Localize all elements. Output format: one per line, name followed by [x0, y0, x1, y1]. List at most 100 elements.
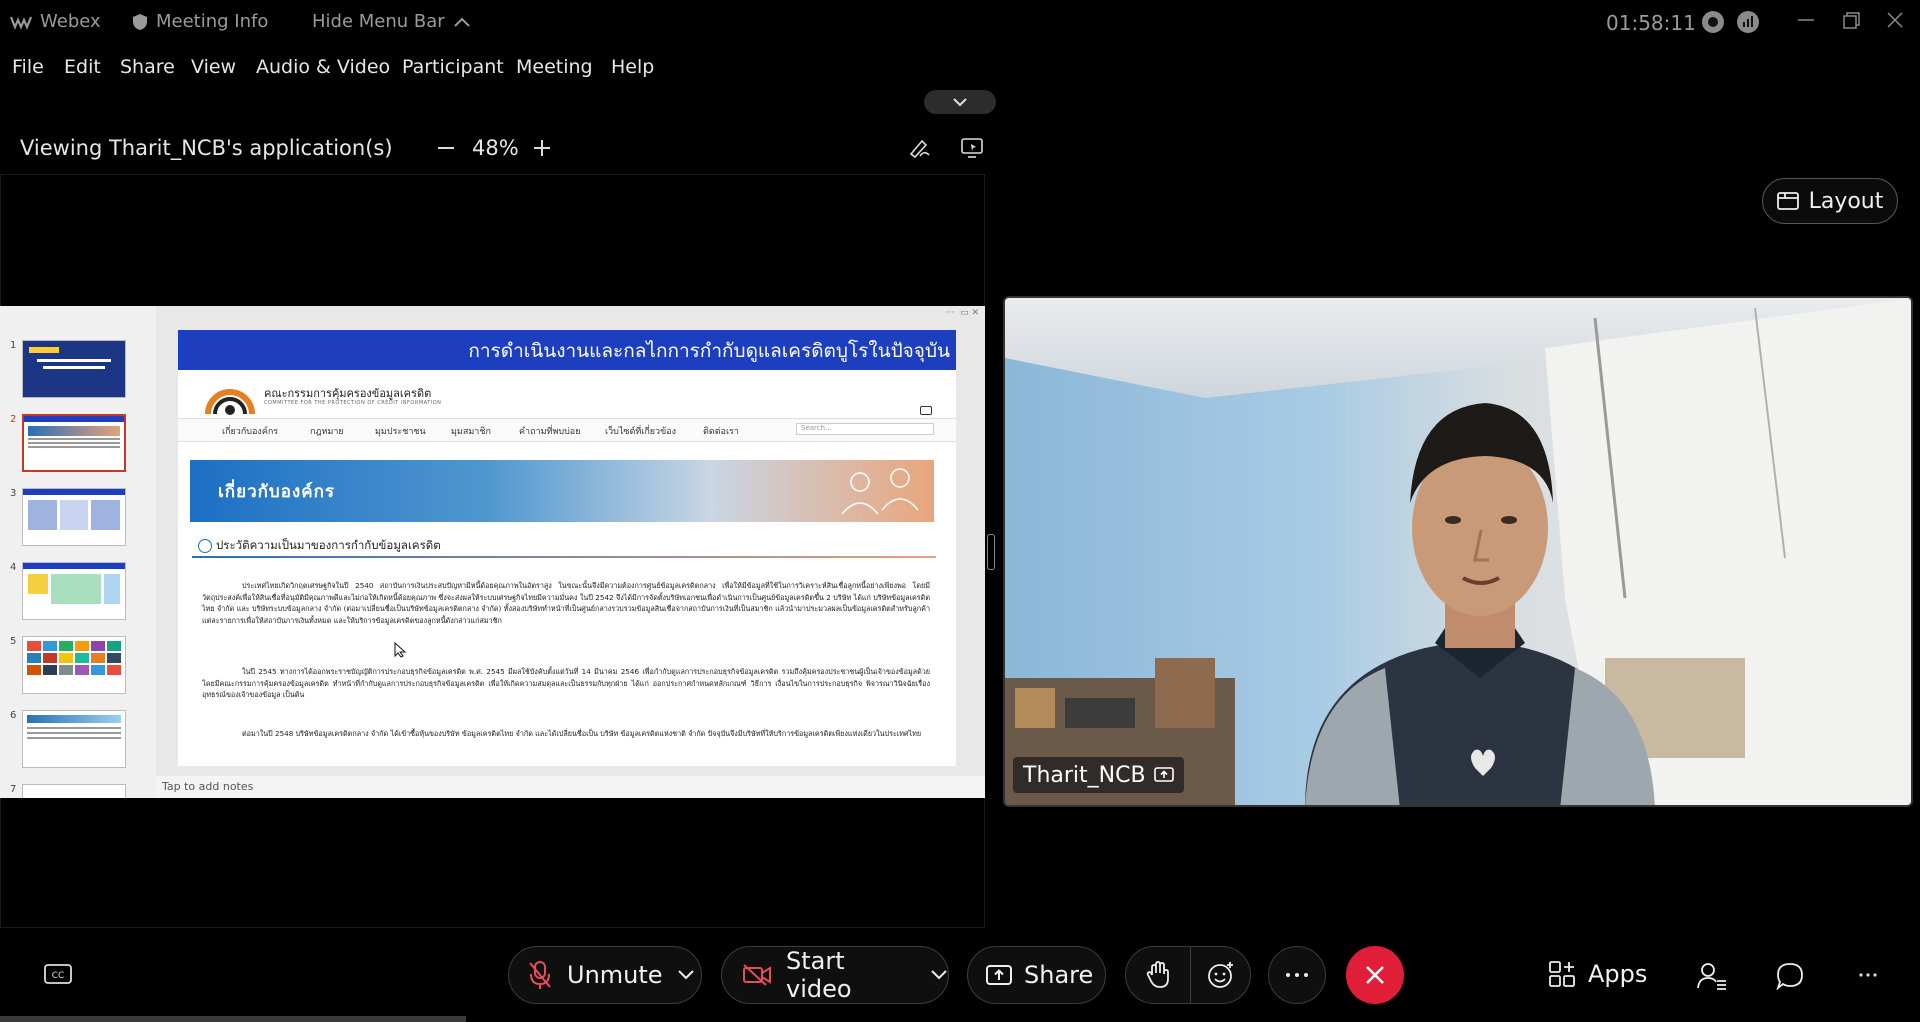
cursor-icon	[394, 642, 408, 658]
about-banner-title: เกี่ยวกับองค์กร	[218, 482, 336, 502]
current-slide[interactable]: การดำเนินงานและกลไกการกำกับดูแลเครดิตบูโ…	[178, 330, 956, 766]
recording-indicator-icon[interactable]	[1701, 10, 1725, 34]
slide-thumbnail-pane[interactable]: 1 2 3 4 5 6 7	[0, 306, 156, 798]
slide-header-bar: การดำเนินงานและกลไกการกำกับดูแลเครดิตบูโ…	[178, 330, 956, 370]
participant-name-tag: Tharit_NCB	[1013, 757, 1184, 793]
paragraph-1: ประเทศไทยเกิดวิกฤตเศรษฐกิจในปี 2540 สถาบ…	[202, 581, 930, 625]
menu-bar: File Edit Share View Audio & Video Parti…	[0, 44, 1920, 88]
slide-thumbnail-4[interactable]	[22, 562, 126, 620]
webex-logo-icon	[10, 14, 32, 30]
paragraph-3: ต่อมาในปี 2548 บริษัทข้อมูลเครดิตกลาง จำ…	[242, 729, 922, 738]
title-bar: Webex Meeting Info Hide Menu Bar 01:58:1…	[0, 0, 1920, 44]
menu-edit[interactable]: Edit	[64, 56, 101, 78]
zoom-out-button[interactable]	[436, 138, 456, 158]
notes-pane[interactable]: Tap to add notes	[156, 776, 985, 798]
webex-app-label: Webex	[10, 11, 101, 32]
shared-powerpoint-window[interactable]: 1 2 3 4 5 6 7 ··· ▭ ✕ การดำเนินงานและกลไ…	[0, 306, 985, 798]
chevron-up-icon	[453, 16, 471, 28]
zoom-level: 48%	[472, 136, 519, 160]
slide-thumbnail-2[interactable]	[22, 414, 126, 472]
panel-resize-handle[interactable]	[987, 534, 995, 570]
website-nav: เกี่ยวกับองค์กร กฎหมาย มุมประชาชน มุมสมา…	[178, 418, 956, 442]
slide-thumbnail-3[interactable]	[22, 488, 126, 546]
menu-audio-video[interactable]: Audio & Video	[256, 56, 390, 78]
chevron-down-icon[interactable]	[677, 969, 695, 981]
thumb-number: 5	[10, 636, 17, 647]
website-nav-item: ติดต่อเรา	[703, 427, 739, 437]
raise-hand-icon[interactable]	[1146, 961, 1170, 989]
slide-editing-area[interactable]: ··· ▭ ✕ การดำเนินงานและกลไกการกำกับดูแลเ…	[156, 306, 985, 776]
share-label: Share	[1024, 961, 1094, 989]
closed-captions-icon[interactable]: CC	[44, 962, 72, 986]
notes-placeholder: Tap to add notes	[162, 780, 254, 793]
slide-header-title: การดำเนินงานและกลไกการกำกับดูแลเครดิตบูโ…	[468, 340, 950, 362]
website-nav-item: เว็บไซต์ที่เกี่ยวข้อง	[605, 427, 677, 437]
section-bullet-icon	[198, 539, 212, 553]
website-nav-item: มุมสมาชิก	[451, 427, 491, 437]
slide-thumbnail-5[interactable]	[22, 636, 126, 694]
app-name: Webex	[40, 11, 101, 32]
share-button[interactable]: Share	[967, 946, 1106, 1004]
thumb-number: 3	[10, 488, 17, 499]
annotate-icon[interactable]	[908, 136, 932, 160]
horizontal-scrollbar[interactable]	[0, 1016, 466, 1022]
layout-label: Layout	[1808, 188, 1884, 214]
participant-video-tile[interactable]: Tharit_NCB	[1003, 296, 1913, 807]
org-subtitle: COMMITTEE FOR THE PROTECTION OF CREDIT I…	[264, 400, 442, 406]
thumb-number: 2	[10, 414, 17, 425]
shield-icon	[132, 13, 148, 31]
website-search-box: Search...	[796, 423, 934, 435]
hide-menu-bar-button[interactable]: Hide Menu Bar	[312, 11, 471, 32]
share-screen-icon	[986, 963, 1012, 987]
leave-meeting-button[interactable]	[1346, 946, 1404, 1004]
section-divider	[192, 556, 936, 558]
layout-button[interactable]: Layout	[1762, 178, 1898, 224]
paragraph-2: ในปี 2545 ทางการได้ออกพระราชบัญญัติการปร…	[202, 667, 930, 699]
website-nav-item: มุมประชาชน	[375, 427, 426, 437]
meeting-info-label: Meeting Info	[156, 11, 269, 32]
start-video-button[interactable]: Start video	[721, 946, 949, 1004]
menu-file[interactable]: File	[12, 56, 44, 78]
apps-button[interactable]: Apps	[1548, 960, 1647, 988]
minimize-icon[interactable]	[1797, 8, 1815, 32]
ccpi-logo-icon	[202, 380, 260, 418]
slide-thumbnail-1[interactable]	[22, 340, 126, 398]
start-video-label: Start video	[786, 947, 852, 1003]
menu-view[interactable]: View	[191, 56, 236, 78]
close-x-icon	[1364, 964, 1386, 986]
reactions-emoji-icon[interactable]	[1207, 961, 1235, 989]
menu-participant[interactable]: Participant	[402, 56, 504, 78]
network-stats-icon[interactable]	[1736, 10, 1760, 34]
window-controls: ··· ▭ ✕	[945, 308, 979, 318]
slide-thumbnail-7[interactable]	[22, 784, 126, 798]
participants-icon[interactable]	[1697, 962, 1727, 990]
zoom-in-button[interactable]	[532, 138, 552, 158]
about-banner: เกี่ยวกับองค์กร	[190, 460, 934, 522]
unmute-label: Unmute	[567, 961, 663, 989]
menu-meeting[interactable]: Meeting	[516, 56, 593, 78]
camera-off-icon	[742, 963, 772, 987]
chat-icon[interactable]	[1776, 962, 1804, 990]
apps-grid-icon	[1548, 960, 1576, 988]
menu-share[interactable]: Share	[120, 56, 175, 78]
restore-icon[interactable]	[1842, 8, 1860, 32]
chevron-down-icon[interactable]	[930, 969, 948, 981]
layout-icon	[1776, 192, 1799, 210]
more-menu-icon[interactable]	[1858, 972, 1878, 978]
more-options-button[interactable]	[1268, 946, 1326, 1004]
sharing-screen-icon	[1153, 766, 1174, 784]
apps-label: Apps	[1588, 960, 1648, 988]
remote-control-icon[interactable]	[960, 136, 984, 160]
menu-help[interactable]: Help	[611, 56, 654, 78]
share-viewing-bar: Viewing Tharit_NCB's application(s) 48%	[0, 128, 985, 170]
meeting-info-button[interactable]: Meeting Info	[132, 11, 268, 32]
section-title: ประวัติความเป็นมาของการกำกับข้อมูลเครดิต	[216, 538, 441, 552]
unmute-button[interactable]: Unmute	[508, 946, 702, 1004]
more-horizontal-icon	[1285, 972, 1309, 978]
thumb-number: 1	[10, 340, 17, 351]
thumb-number: 4	[10, 562, 17, 573]
website-nav-item: กฎหมาย	[310, 427, 344, 437]
slide-thumbnail-6[interactable]	[22, 710, 126, 768]
collapse-share-toolbar-button[interactable]	[924, 90, 996, 114]
close-icon[interactable]	[1886, 8, 1904, 32]
